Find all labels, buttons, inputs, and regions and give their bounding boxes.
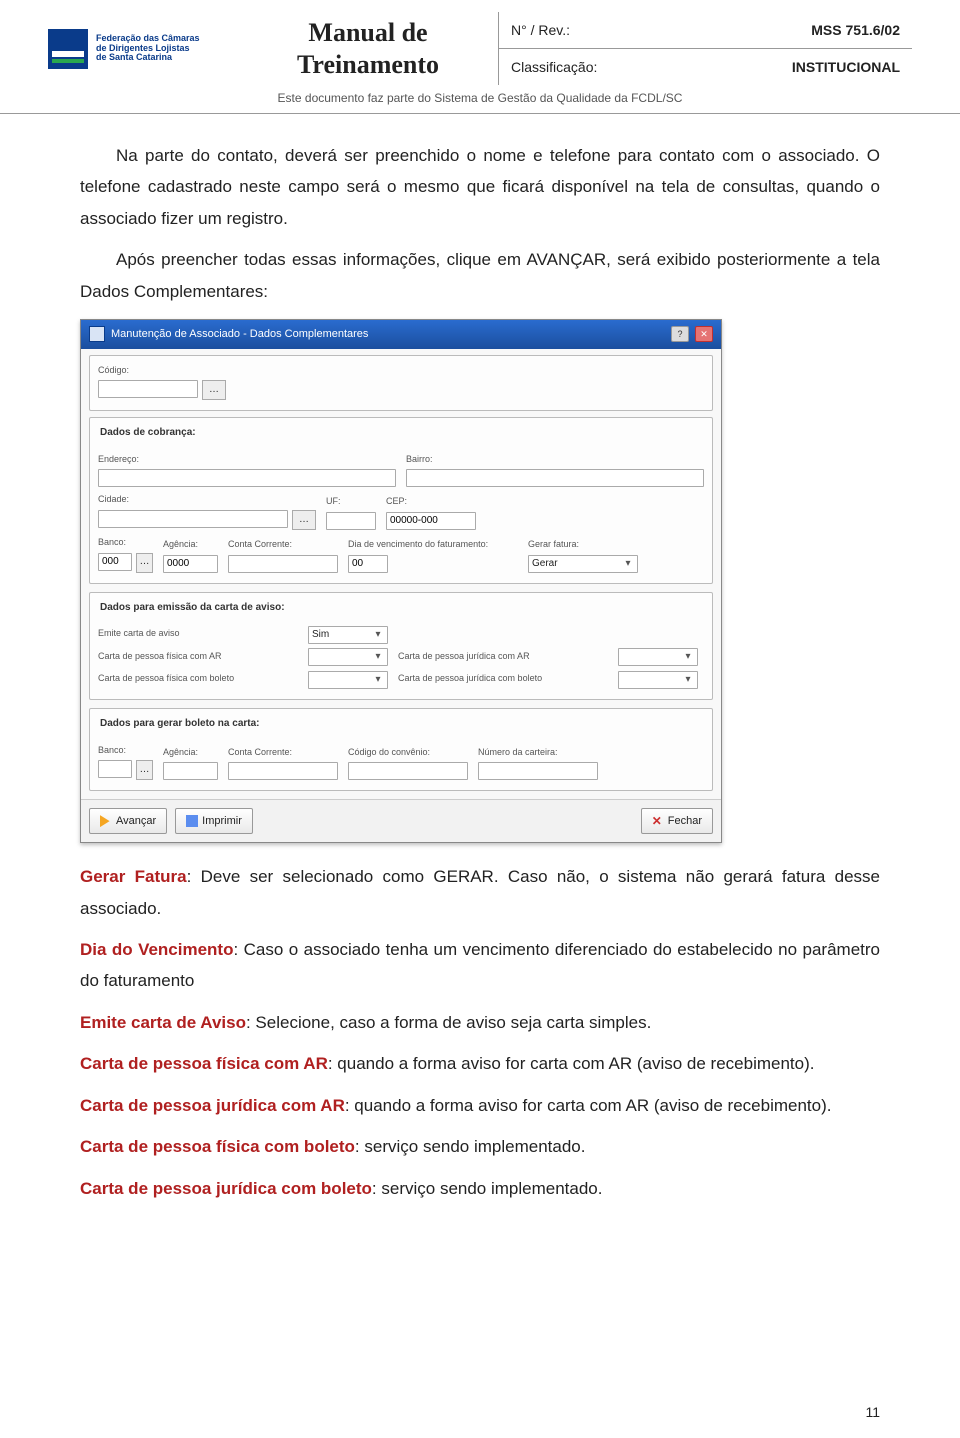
banco-label: Banco: <box>98 534 153 551</box>
print-icon <box>186 815 198 827</box>
cpf-ar-desc: Carta de pessoa física com AR: quando a … <box>80 1048 880 1079</box>
document-body: Na parte do contato, deverá ser preenchi… <box>0 114 960 1204</box>
emite-carta-desc: Emite carta de Aviso: Selecione, caso a … <box>80 1007 880 1038</box>
cep-label: CEP: <box>386 493 476 510</box>
codigo-convenio-input[interactable] <box>348 762 468 780</box>
titlebar: Manutenção de Associado - Dados Compleme… <box>81 320 721 348</box>
imprimir-label: Imprimir <box>202 811 242 831</box>
cpf-ar-select[interactable] <box>308 648 388 666</box>
group-carta-aviso: Dados para emissão da carta de aviso: Em… <box>89 592 713 700</box>
document-header: Federação das Câmaras de Dirigentes Loji… <box>0 0 960 114</box>
fcdl-logo-icon <box>48 29 88 69</box>
boleto-banco-label: Banco: <box>98 742 153 759</box>
group-codigo: Código: … <box>89 355 713 412</box>
boleto-conta-input[interactable] <box>228 762 338 780</box>
rev-value: MSS 751.6/02 <box>687 12 912 49</box>
bairro-input[interactable] <box>406 469 704 487</box>
logo-block: Federação das Câmaras de Dirigentes Loji… <box>48 12 238 85</box>
cpf-ar-label: Carta de pessoa física com AR <box>98 648 298 665</box>
endereco-label: Endereço: <box>98 451 396 468</box>
group-cobranca: Dados de cobrança: Endereço: Bairro: <box>89 417 713 583</box>
dia-venc-input[interactable] <box>348 555 388 573</box>
banco-search-button[interactable]: … <box>136 553 153 573</box>
codigo-search-button[interactable]: … <box>202 380 226 400</box>
title-line2: Treinamento <box>238 49 498 80</box>
conta-label: Conta Corrente: <box>228 536 338 553</box>
cpf-bol-select[interactable] <box>308 671 388 689</box>
codigo-convenio-label: Código do convênio: <box>348 744 468 761</box>
numero-carteira-label: Número da carteira: <box>478 744 598 761</box>
conta-input[interactable] <box>228 555 338 573</box>
uf-label: UF: <box>326 493 376 510</box>
boleto-agencia-label: Agência: <box>163 744 218 761</box>
dia-venc-label: Dia de vencimento do faturamento: <box>348 536 518 553</box>
cpf-bol-label: Carta de pessoa física com boleto <box>98 670 298 687</box>
agencia-input[interactable] <box>163 555 218 573</box>
cpj-bol-desc: Carta de pessoa jurídica com boleto: ser… <box>80 1173 880 1204</box>
app-dialog: Manutenção de Associado - Dados Compleme… <box>80 319 722 843</box>
close-icon: ✕ <box>652 815 664 827</box>
gerar-fatura-select[interactable]: Gerar <box>528 555 638 573</box>
boleto-banco-input[interactable] <box>98 760 132 778</box>
codigo-input[interactable] <box>98 380 198 398</box>
emite-carta-select[interactable]: Sim <box>308 626 388 644</box>
avancar-label: Avançar <box>116 811 156 831</box>
avancar-button[interactable]: Avançar <box>89 808 167 834</box>
logo-text: Federação das Câmaras de Dirigentes Loji… <box>96 34 200 64</box>
imprimir-button[interactable]: Imprimir <box>175 808 253 834</box>
fechar-button[interactable]: ✕ Fechar <box>641 808 713 834</box>
group-boleto-legend: Dados para gerar boleto na carta: <box>98 715 262 734</box>
cpj-bol-label: Carta de pessoa jurídica com boleto <box>398 670 608 687</box>
fechar-label: Fechar <box>668 811 702 831</box>
uf-input[interactable] <box>326 512 376 530</box>
cidade-input[interactable] <box>98 510 288 528</box>
advance-icon <box>100 815 112 827</box>
cpj-bol-select[interactable] <box>618 671 698 689</box>
codigo-label: Código: <box>98 362 704 379</box>
class-label: Classificação: <box>499 49 687 86</box>
title-line1: Manual de <box>238 17 498 48</box>
cpj-ar-select[interactable] <box>618 648 698 666</box>
rev-label: N° / Rev.: <box>499 12 687 49</box>
cpf-bol-desc: Carta de pessoa física com boleto: servi… <box>80 1131 880 1162</box>
help-button[interactable]: ? <box>671 326 689 342</box>
group-carta-legend: Dados para emissão da carta de aviso: <box>98 599 287 618</box>
paragraph-2: Após preencher todas essas informações, … <box>80 244 880 307</box>
banco-input[interactable] <box>98 553 132 571</box>
gerar-fatura-desc: Gerar Fatura: Deve ser selecionado como … <box>80 861 880 924</box>
numero-carteira-input[interactable] <box>478 762 598 780</box>
dialog-title: Manutenção de Associado - Dados Compleme… <box>111 324 368 344</box>
document-title: Manual de Treinamento <box>238 12 498 85</box>
bairro-label: Bairro: <box>406 451 704 468</box>
header-subtitle: Este documento faz parte do Sistema de G… <box>48 85 912 109</box>
cep-input[interactable] <box>386 512 476 530</box>
paragraph-1: Na parte do contato, deverá ser preenchi… <box>80 140 880 234</box>
cpj-ar-desc: Carta de pessoa jurídica com AR: quando … <box>80 1090 880 1121</box>
endereco-input[interactable] <box>98 469 396 487</box>
gerar-fatura-label: Gerar fatura: <box>528 536 638 553</box>
cpj-ar-label: Carta de pessoa jurídica com AR <box>398 648 608 665</box>
dia-venc-desc: Dia do Vencimento: Caso o associado tenh… <box>80 934 880 997</box>
close-button[interactable]: ✕ <box>695 326 713 342</box>
boleto-conta-label: Conta Corrente: <box>228 744 338 761</box>
app-icon <box>89 326 105 342</box>
group-cobranca-legend: Dados de cobrança: <box>98 424 198 443</box>
group-boleto: Dados para gerar boleto na carta: Banco:… <box>89 708 713 791</box>
page-number: 11 <box>865 1404 880 1420</box>
dialog-footer: Avançar Imprimir ✕ Fechar <box>81 799 721 842</box>
class-value: INSTITUCIONAL <box>687 49 912 86</box>
cidade-search-button[interactable]: … <box>292 510 316 530</box>
header-meta-grid: N° / Rev.: MSS 751.6/02 Classificação: I… <box>498 12 912 85</box>
agencia-label: Agência: <box>163 536 218 553</box>
boleto-banco-search-button[interactable]: … <box>136 760 153 780</box>
boleto-agencia-input[interactable] <box>163 762 218 780</box>
emite-carta-label: Emite carta de aviso <box>98 625 298 642</box>
cidade-label: Cidade: <box>98 491 316 508</box>
